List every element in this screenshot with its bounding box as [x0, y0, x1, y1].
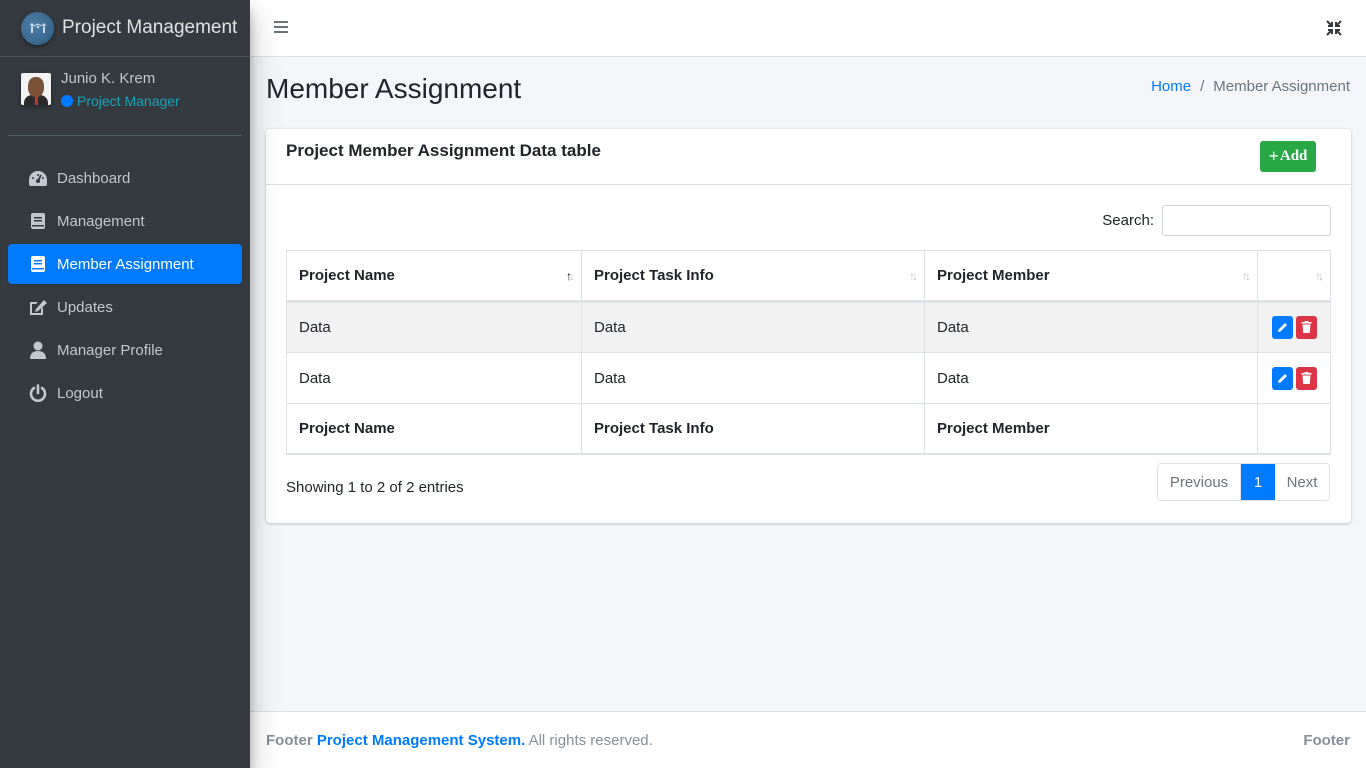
cell-project-task-info: Data — [581, 301, 925, 353]
footer-prefix: Footer — [266, 732, 313, 749]
edit-button[interactable] — [1271, 316, 1293, 339]
card-title: Project Member Assignment Data table — [286, 141, 601, 160]
table-header-row: Project Name ↑↓ Project Task Info ↑↓ Pro… — [286, 250, 1331, 303]
sort-ascending-icon: ↑↓ — [566, 269, 575, 283]
cell-project-member: Data — [924, 301, 1258, 353]
sidebar-item-updates[interactable]: Updates — [8, 287, 242, 327]
plus-icon: + — [1268, 146, 1279, 166]
power-icon — [27, 383, 49, 403]
assignment-table: Project Name ↑↓ Project Task Info ↑↓ Pro… — [286, 250, 1331, 455]
cell-project-name: Data — [286, 352, 582, 404]
add-button-label: Add — [1279, 148, 1308, 164]
footer-suffix: All rights reserved. — [528, 732, 653, 749]
table-row: Data Data Data — [286, 352, 1331, 404]
search-label: Search: — [1102, 212, 1154, 229]
pagination-previous[interactable]: Previous — [1158, 464, 1241, 500]
book-icon — [27, 254, 49, 274]
sidebar: Project Management Junio K. Krem Project… — [0, 0, 250, 768]
sort-icon: ↑↓ — [1315, 269, 1324, 283]
book-icon — [27, 211, 49, 231]
sidebar-item-manager-profile[interactable]: Manager Profile — [8, 330, 242, 370]
pencil-icon — [1277, 323, 1287, 332]
breadcrumb-home-link[interactable]: Home — [1151, 78, 1191, 95]
table-footer-row: Project Name Project Task Info Project M… — [286, 403, 1331, 455]
edit-icon — [27, 297, 49, 317]
user-avatar[interactable] — [21, 73, 51, 105]
user-name[interactable]: Junio K. Krem — [61, 70, 180, 87]
footer-copyright: Footer Project Management System. All ri… — [266, 732, 653, 749]
footer-brand-link[interactable]: Project Management System. — [317, 732, 525, 749]
user-icon — [27, 340, 49, 360]
top-navbar — [250, 0, 1366, 57]
user-role-label: Project Manager — [77, 93, 180, 109]
column-header-project-task-info[interactable]: Project Task Info ↑↓ — [581, 250, 925, 303]
page-title: Member Assignment — [266, 73, 522, 104]
breadcrumb: Home / Member Assignment — [1151, 78, 1350, 95]
breadcrumb-separator: / — [1200, 78, 1205, 95]
data-table-card: Project Member Assignment Data table + A… — [266, 129, 1351, 523]
pagination-next[interactable]: Next — [1275, 464, 1329, 500]
trash-icon — [1301, 321, 1311, 333]
page-footer: Footer Project Management System. All ri… — [250, 711, 1366, 768]
cell-project-member: Data — [924, 352, 1258, 404]
search-row: Search: — [1102, 205, 1331, 236]
card-header: Project Member Assignment Data table + A… — [266, 129, 1351, 185]
footer-project-member: Project Member — [924, 403, 1258, 455]
brand-logo-icon — [21, 11, 54, 45]
sidebar-item-dashboard[interactable]: Dashboard — [8, 158, 242, 198]
sort-icon: ↑↓ — [909, 269, 918, 283]
cell-project-name: Data — [286, 301, 582, 353]
sidebar-item-member-assignment[interactable]: Member Assignment — [8, 244, 242, 284]
sidebar-item-logout[interactable]: Logout — [8, 373, 242, 413]
user-panel: Junio K. Krem Project Manager — [8, 57, 242, 136]
footer-right-text: Footer — [1303, 732, 1350, 749]
cell-project-task-info: Data — [581, 352, 925, 404]
column-header-project-name[interactable]: Project Name ↑↓ — [286, 250, 582, 303]
pagination: Previous 1 Next — [1157, 463, 1330, 501]
sidebar-item-management[interactable]: Management — [8, 201, 242, 241]
status-dot-icon — [61, 95, 73, 107]
user-role: Project Manager — [61, 93, 180, 109]
delete-button[interactable] — [1295, 316, 1317, 339]
sidebar-nav: Dashboard Management Member Assignment U… — [0, 136, 250, 413]
delete-button[interactable] — [1295, 366, 1317, 390]
pencil-icon — [1277, 373, 1287, 383]
footer-actions — [1257, 403, 1331, 455]
column-header-actions[interactable]: ↑↓ — [1257, 250, 1331, 303]
compress-fullscreen-icon[interactable] — [1326, 20, 1342, 36]
table-info: Showing 1 to 2 of 2 entries — [286, 479, 464, 496]
trash-icon — [1301, 371, 1311, 384]
footer-project-name: Project Name — [286, 403, 582, 455]
brand-title: Project Management — [62, 17, 238, 38]
breadcrumb-current: Member Assignment — [1213, 78, 1350, 95]
edit-button[interactable] — [1271, 366, 1293, 390]
cell-actions — [1257, 301, 1331, 353]
column-header-project-member[interactable]: Project Member ↑↓ — [924, 250, 1258, 303]
hamburger-menu-icon[interactable] — [274, 21, 288, 35]
tachometer-icon — [27, 168, 49, 188]
table-row: Data Data Data — [286, 301, 1331, 353]
brand-link[interactable]: Project Management — [0, 0, 250, 57]
add-button[interactable]: + Add — [1260, 141, 1316, 172]
search-input[interactable] — [1162, 205, 1331, 236]
sort-icon: ↑↓ — [1242, 269, 1251, 283]
cell-actions — [1257, 352, 1331, 404]
footer-project-task-info: Project Task Info — [581, 403, 925, 455]
pagination-page-1[interactable]: 1 — [1241, 464, 1275, 500]
